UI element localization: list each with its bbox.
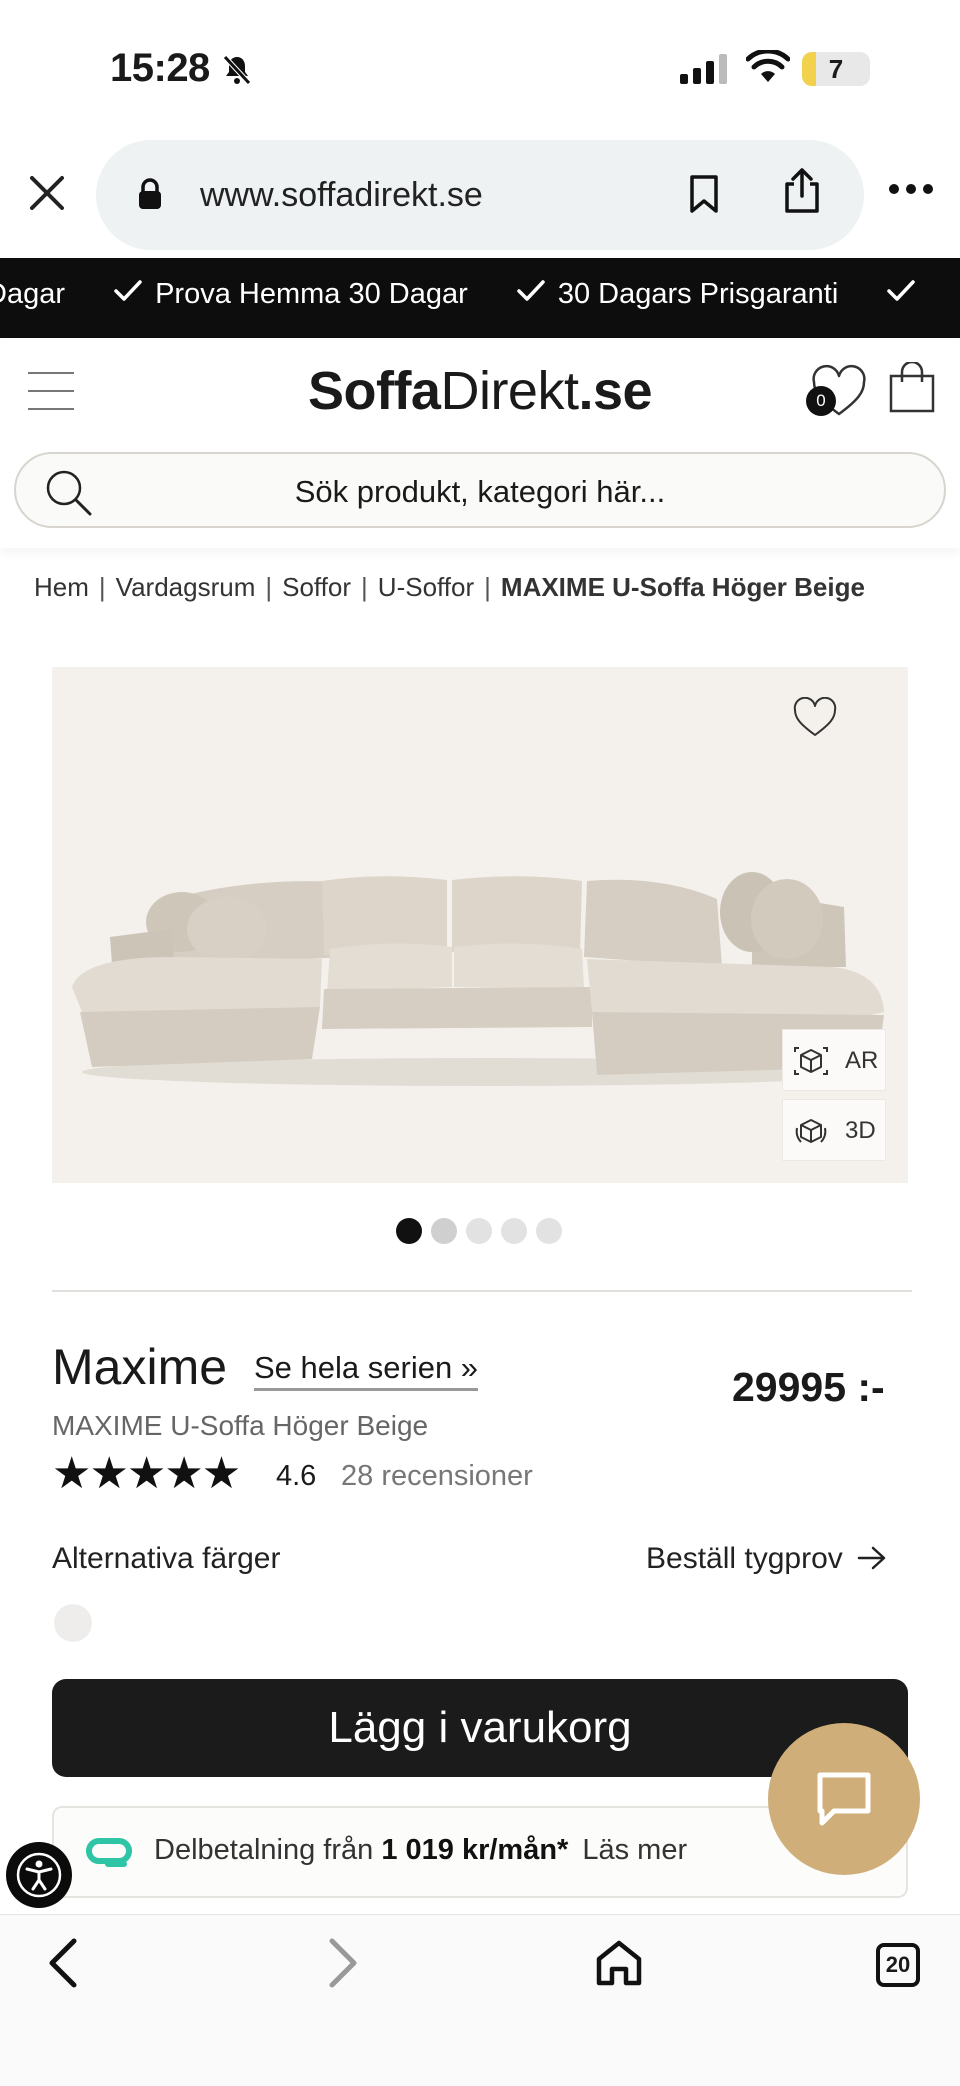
wishlist-count-badge: 0 xyxy=(806,386,836,416)
usp-item xyxy=(886,278,928,311)
3d-cube-icon xyxy=(795,1119,827,1143)
wifi-icon xyxy=(746,50,790,82)
bookmark-icon[interactable] xyxy=(688,174,720,214)
rating-stars: ★★★★★ xyxy=(52,1449,241,1498)
forward-arrow-icon[interactable] xyxy=(322,1935,362,1991)
product-gallery[interactable]: AR 3D xyxy=(52,667,908,1183)
breadcrumb-separator: | xyxy=(265,572,273,602)
breadcrumb: Hem | Vardagsrum | Soffor | U-Soffor | MAXIME U-… xyxy=(34,572,960,603)
breadcrumb-item[interactable]: Soffor xyxy=(282,572,351,602)
ar-cube-icon xyxy=(794,1047,828,1075)
series-link[interactable]: Se hela serien » xyxy=(254,1350,479,1391)
alternative-colors-label: Alternativa färger xyxy=(52,1542,281,1575)
breadcrumb-separator: | xyxy=(98,572,106,602)
check-icon xyxy=(887,280,916,301)
usp-marquee: Dagar Prova Hemma 30 Dagar 30 Dagars Pri… xyxy=(0,258,960,338)
chat-bubble-icon xyxy=(817,1772,871,1826)
status-bar: 15:28 7 xyxy=(0,0,960,130)
accessibility-icon xyxy=(16,1852,62,1898)
breadcrumb-item[interactable]: U-Soffor xyxy=(378,572,474,602)
gallery-dot[interactable] xyxy=(501,1218,527,1244)
chat-button[interactable] xyxy=(768,1723,920,1875)
3d-button[interactable]: 3D xyxy=(782,1099,886,1161)
wishlist-button[interactable]: 0 xyxy=(806,364,870,420)
close-icon[interactable] xyxy=(24,170,70,216)
battery-level: 7 xyxy=(828,54,844,84)
gallery-dot[interactable] xyxy=(396,1218,422,1244)
fabric-sample-label: Beställ tygprov xyxy=(646,1542,843,1575)
financing-text: Delbetalning från 1 019 kr/mån* Läs mer xyxy=(154,1834,688,1866)
browser-toolbar: 20 xyxy=(0,1914,960,2086)
color-swatch[interactable] xyxy=(54,1604,92,1642)
product-price: 29995 :- xyxy=(732,1364,885,1410)
check-icon xyxy=(517,280,545,301)
check-icon xyxy=(114,280,142,301)
usp-item: 30 Dagars Prisgaranti xyxy=(516,278,838,311)
site-header: SoffaDirekt.se 0 Sök produkt, kategori h… xyxy=(0,338,960,548)
breadcrumb-current: MAXIME U-Soffa Höger Beige xyxy=(500,572,865,602)
favorite-heart-icon[interactable] xyxy=(792,697,838,739)
more-options-icon[interactable] xyxy=(888,182,934,196)
ar-label: AR xyxy=(845,1047,879,1074)
product-name: Maxime xyxy=(52,1339,228,1395)
url-field[interactable]: www.soffadirekt.se xyxy=(96,140,864,250)
search-input[interactable]: Sök produkt, kategori här... xyxy=(14,452,946,528)
ar-button[interactable]: AR xyxy=(782,1029,886,1091)
home-icon[interactable] xyxy=(594,1939,644,1987)
gallery-dot[interactable] xyxy=(466,1218,492,1244)
shopping-bag-icon[interactable] xyxy=(888,362,936,414)
share-icon[interactable] xyxy=(782,168,822,214)
financing-logo-icon xyxy=(86,1838,132,1867)
gallery-dot[interactable] xyxy=(536,1218,562,1244)
usp-item: Prova Hemma 30 Dagar xyxy=(113,278,468,311)
breadcrumb-item[interactable]: Hem xyxy=(34,572,89,602)
3d-label: 3D xyxy=(845,1117,876,1144)
cellular-signal-icon xyxy=(680,54,727,84)
arrow-right-icon xyxy=(857,1546,886,1570)
clock: 15:28 xyxy=(110,46,210,90)
breadcrumb-separator: | xyxy=(484,572,491,602)
muted-bell-icon xyxy=(223,55,251,85)
tabs-button[interactable]: 20 xyxy=(876,1943,920,1987)
browser-address-bar: www.soffadirekt.se xyxy=(0,130,960,258)
order-fabric-sample-link[interactable]: Beställ tygprov xyxy=(646,1542,887,1576)
product-variant: MAXIME U-Soffa Höger Beige xyxy=(52,1410,429,1441)
back-arrow-icon[interactable] xyxy=(44,1935,84,1991)
usp-track: Dagar Prova Hemma 30 Dagar 30 Dagars Pri… xyxy=(0,278,960,311)
gallery-pagination xyxy=(396,1218,571,1244)
product-image-sofa xyxy=(72,872,884,1086)
battery-indicator: 7 xyxy=(802,52,870,86)
breadcrumb-separator: | xyxy=(361,572,368,602)
breadcrumb-item[interactable]: Vardagsrum xyxy=(116,572,256,602)
section-divider xyxy=(52,1290,912,1292)
rating-score: 4.6 xyxy=(276,1460,317,1492)
read-more-link[interactable]: Läs mer xyxy=(582,1834,687,1866)
review-count[interactable]: 28 recensioner xyxy=(341,1460,533,1493)
search-placeholder: Sök produkt, kategori här... xyxy=(294,474,666,509)
gallery-dot[interactable] xyxy=(431,1218,457,1244)
accessibility-button[interactable] xyxy=(6,1842,72,1908)
lock-icon xyxy=(139,178,161,209)
url-text: www.soffadirekt.se xyxy=(200,176,483,214)
usp-item: Dagar xyxy=(0,278,65,310)
